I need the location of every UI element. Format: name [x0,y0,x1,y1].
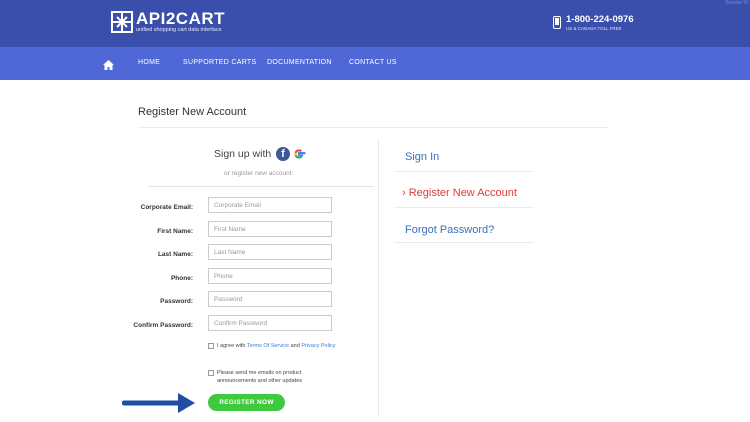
logo-name: API2CART [136,9,226,28]
register-now-button[interactable]: REGISTER NOW [208,394,285,411]
form-divider [148,186,374,187]
last-name-label: Last Name: [157,251,193,258]
nav-item-documentation[interactable]: DOCUMENTATION [267,59,332,66]
header-bar: API2CART unified shopping cart data inte… [0,0,750,47]
logo-tagline: unified shopping cart data interface [136,27,222,33]
corporate-email-label: Corporate Email: [140,204,193,211]
sidebar-sign-in-link[interactable]: Sign In [405,151,439,163]
first-name-label: First Name: [157,228,193,235]
phone-number: 1-800-224-0976 [566,14,634,25]
nav-bar: HOME SUPPORTED CARTS DOCUMENTATION CONTA… [0,47,750,80]
facebook-icon[interactable]: f [276,147,290,161]
nav-item-contact-us[interactable]: CONTACT US [349,59,397,66]
active-marker: › [402,187,406,199]
confirm-password-label: Confirm Password: [133,322,193,329]
phone-note: US & CANADA TOLL FREE [566,26,622,31]
nav-item-home[interactable]: HOME [138,59,160,66]
privacy-policy-link[interactable]: Privacy Policy [301,343,335,349]
agree-terms-text: I agree with Terms Of Service and Privac… [217,342,337,350]
home-icon[interactable] [103,57,114,75]
password-input[interactable] [208,291,332,307]
signup-heading: Sign up with [214,148,272,160]
nav-item-supported-carts[interactable]: SUPPORTED CARTS [183,59,256,66]
google-icon[interactable] [292,147,306,166]
logo-icon [111,11,133,33]
sidebar-register-link[interactable]: › Register New Account [402,187,517,199]
password-label: Password: [160,298,193,305]
terms-of-service-link[interactable]: Terms Of Service [247,343,289,349]
last-name-input[interactable] [208,244,332,260]
corner-text: Service St [725,0,748,6]
agree-prefix: I agree with [217,343,246,349]
sidebar-divider [394,207,534,208]
agree-terms-checkbox[interactable] [208,343,214,349]
sidebar-forgot-password-link[interactable]: Forgot Password? [405,224,494,236]
column-divider [378,140,379,415]
confirm-password-input[interactable] [208,315,332,331]
emails-opt-in-text: Please send me emails on product announc… [217,370,303,384]
title-divider [138,127,608,128]
sidebar-divider [394,242,534,243]
emails-opt-in-checkbox[interactable] [208,370,214,376]
sidebar-register-label: Register New Account [408,187,517,199]
arrow-right-icon [122,393,195,413]
corporate-email-input[interactable] [208,197,332,213]
agree-and: and [290,343,300,349]
page-title: Register New Account [138,106,247,118]
or-register-text: or register new account: [224,170,294,177]
first-name-input[interactable] [208,221,332,237]
phone-input[interactable] [208,268,332,284]
logo[interactable]: API2CART unified shopping cart data inte… [111,10,225,34]
phone-contact[interactable]: 1-800-224-0976 US & CANADA TOLL FREE [553,15,634,32]
phone-icon [553,16,561,29]
phone-label: Phone: [170,275,193,282]
sidebar-divider [394,171,534,172]
